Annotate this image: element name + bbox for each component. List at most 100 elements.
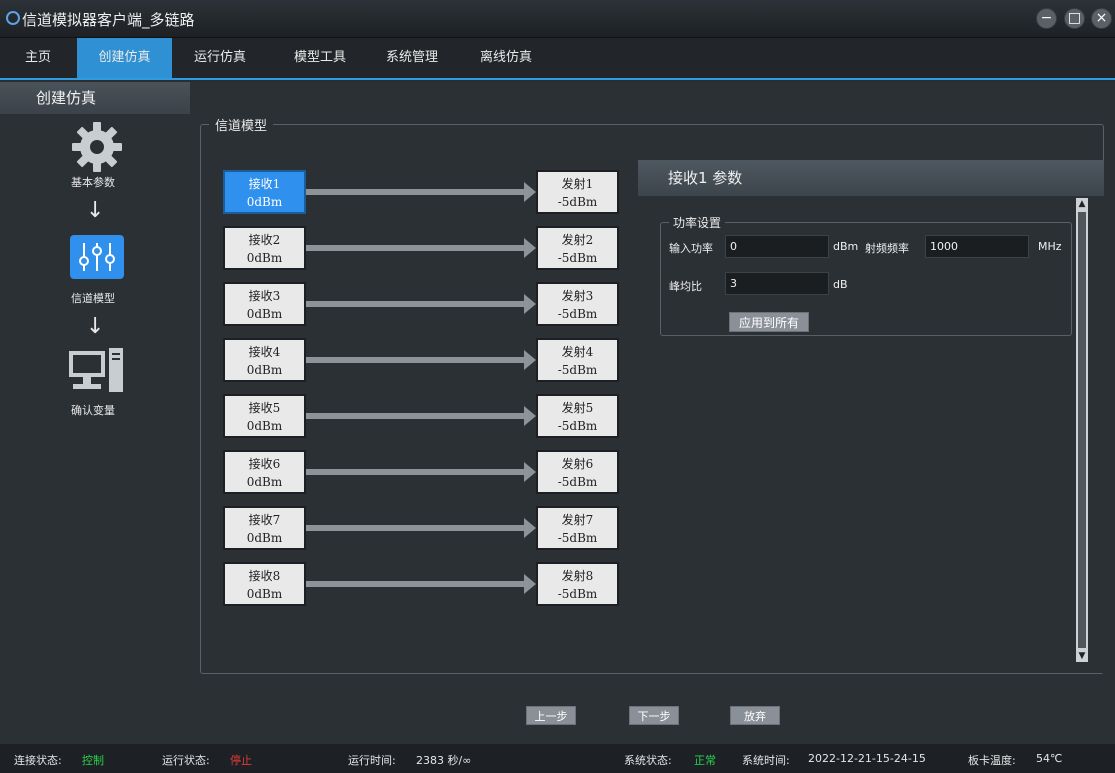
transmitter-box-8[interactable]: 发射8 -5dBm [536,562,619,606]
input-power-unit: dBm [833,240,859,253]
params-header: 接收1 参数 [638,160,1104,196]
connection-status-value: 控制 [82,754,104,767]
receiver-value: 0dBm [246,531,283,545]
receiver-params-panel: 接收1 参数 功率设置 输入功率 dBm 射频频率 MHz 峰均比 dB 应用到… [638,160,1104,673]
transmitter-box-5[interactable]: 发射5 -5dBm [536,394,619,438]
run-time-label: 运行时间: [348,754,396,767]
close-icon[interactable]: × [1091,8,1112,29]
next-step-button[interactable]: 下一步 [629,706,679,725]
menu-system-management[interactable]: 系统管理 [372,38,452,78]
transmitter-value: -5dBm [557,419,598,433]
transmitter-name: 发射5 [561,401,594,415]
receiver-box-4[interactable]: 接收4 0dBm [223,338,306,382]
receiver-name: 接收4 [248,345,281,359]
menu-bar: 主页 创建仿真 运行仿真 模型工具 系统管理 离线仿真 [0,38,1115,80]
power-settings-title: 功率设置 [669,214,726,231]
main-panel: 信道模型 接收1 0dBm 接收2 0dBm 接收3 0dBm 接收4 0dBm… [190,82,1115,744]
app-logo-icon [6,11,20,25]
papr-label: 峰均比 [669,280,702,293]
transmitter-name: 发射4 [561,345,594,359]
connection-status-label: 连接状态: [14,754,62,767]
power-settings-group: 功率设置 输入功率 dBm 射频频率 MHz 峰均比 dB 应用到所有 [660,214,1072,336]
input-power-label: 输入功率 [669,242,713,255]
receiver-box-2[interactable]: 接收2 0dBm [223,226,306,270]
receiver-box-8[interactable]: 接收8 0dBm [223,562,306,606]
transmitter-box-3[interactable]: 发射3 -5dBm [536,282,619,326]
step-channel-model[interactable]: 信道模型 [0,290,188,306]
transmitter-value: -5dBm [557,195,598,209]
step-confirm-variables[interactable]: 确认变量 [0,402,188,418]
input-power-field[interactable] [725,235,829,258]
run-status-value: 停止 [230,754,252,767]
rf-freq-field[interactable] [925,235,1029,258]
receiver-box-1[interactable]: 接收1 0dBm [223,170,306,214]
run-status-label: 运行状态: [162,754,210,767]
run-time-value: 2383 秒/∞ [416,754,472,767]
receiver-box-6[interactable]: 接收6 0dBm [223,450,306,494]
gear-icon[interactable] [70,120,124,174]
transmitter-value: -5dBm [557,531,598,545]
transmitter-box-1[interactable]: 发射1 -5dBm [536,170,619,214]
rf-freq-unit: MHz [1038,240,1062,253]
system-status-label: 系统状态: [624,754,672,767]
menu-create-simulation[interactable]: 创建仿真 [77,38,172,78]
maximize-icon[interactable]: □ [1064,8,1085,29]
arrow-head-icon [524,182,536,202]
arrow-head-icon [524,294,536,314]
arrow-head-icon [524,238,536,258]
system-time-value: 2022-12-21-15-24-15 [808,752,926,765]
transmitter-value: -5dBm [557,307,598,321]
computer-icon[interactable] [68,347,126,397]
transmitter-box-2[interactable]: 发射2 -5dBm [536,226,619,270]
transmitter-value: -5dBm [557,363,598,377]
arrow-head-icon [524,350,536,370]
transmitter-value: -5dBm [557,475,598,489]
step-basic-params[interactable]: 基本参数 [0,174,188,190]
scroll-down-icon[interactable]: ▼ [1076,650,1088,662]
apply-to-all-button[interactable]: 应用到所有 [729,312,809,332]
receiver-value: 0dBm [246,587,283,601]
receiver-box-7[interactable]: 接收7 0dBm [223,506,306,550]
scroll-thumb[interactable] [1078,212,1086,648]
menu-run-simulation[interactable]: 运行仿真 [180,38,260,78]
arrow-down-icon: ↓ [86,198,105,223]
status-bar: 连接状态: 控制 运行状态: 停止 运行时间: 2383 秒/∞ 系统状态: 正… [0,744,1115,773]
rf-freq-label: 射频频率 [865,242,909,255]
arrow-head-icon [524,518,536,538]
system-time-label: 系统时间: [742,754,790,767]
prev-step-button[interactable]: 上一步 [526,706,576,725]
menu-model-tools[interactable]: 模型工具 [280,38,360,78]
discard-button[interactable]: 放弃 [730,706,780,725]
menu-offline-simulation[interactable]: 离线仿真 [466,38,546,78]
window-title: 信道模拟器客户端_多链路 [22,11,195,29]
menu-home[interactable]: 主页 [10,38,66,78]
arrow-down-icon: ↓ [86,314,105,339]
receiver-value: 0dBm [246,363,283,377]
receiver-box-5[interactable]: 接收5 0dBm [223,394,306,438]
transmitter-value: -5dBm [557,251,598,265]
title-bar: 信道模拟器客户端_多链路 − □ × [0,0,1115,38]
transmitter-box-4[interactable]: 发射4 -5dBm [536,338,619,382]
transmitter-box-7[interactable]: 发射7 -5dBm [536,506,619,550]
transmitter-name: 发射7 [561,513,594,527]
papr-field[interactable] [725,272,829,295]
minimize-icon[interactable]: − [1036,8,1057,29]
receiver-box-3[interactable]: 接收3 0dBm [223,282,306,326]
transmitter-name: 发射8 [561,569,594,583]
receiver-value: 0dBm [246,475,283,489]
sliders-icon[interactable] [70,235,124,279]
connection-line [306,245,526,251]
arrow-head-icon [524,462,536,482]
receiver-value: 0dBm [246,307,283,321]
scrollbar[interactable]: ▲ ▼ [1076,198,1088,662]
group-title: 信道模型 [209,115,274,134]
receiver-name: 接收7 [248,513,281,527]
connection-line [306,525,526,531]
connection-line [306,301,526,307]
transmitter-box-6[interactable]: 发射6 -5dBm [536,450,619,494]
receiver-name: 接收1 [248,177,281,191]
scroll-up-icon[interactable]: ▲ [1076,198,1088,210]
system-status-value: 正常 [694,754,716,767]
connection-line [306,469,526,475]
receiver-name: 接收2 [248,233,281,247]
